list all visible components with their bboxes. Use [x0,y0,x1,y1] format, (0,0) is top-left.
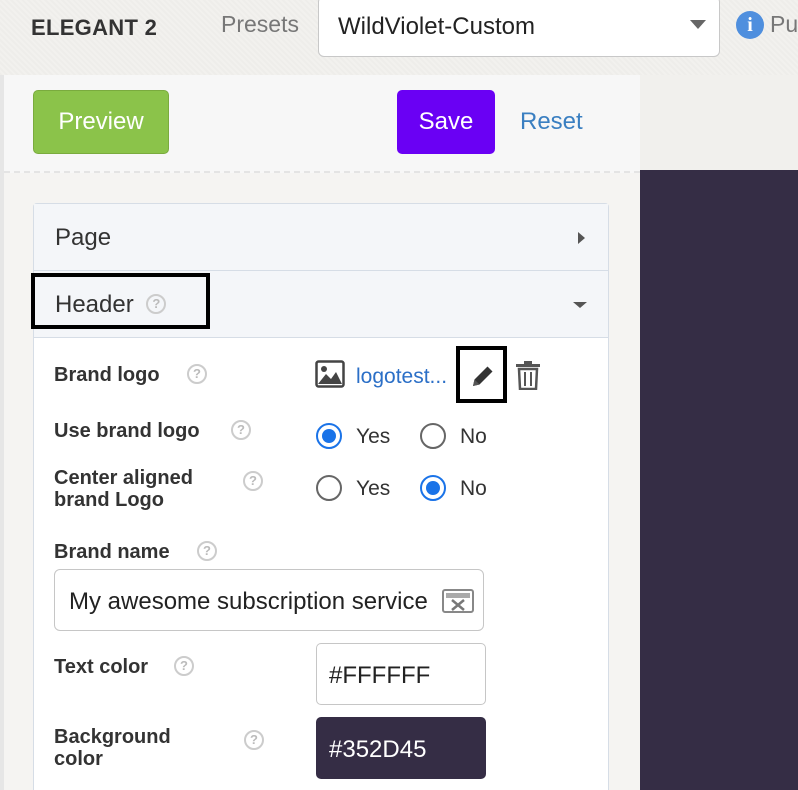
text-color-label: Text color [54,656,149,678]
use-brand-logo-label: Use brand logo [54,420,200,442]
preview-pane [640,170,798,790]
brand-logo-file-link[interactable]: logotest... [356,365,447,389]
trash-icon[interactable] [515,360,541,390]
publish-link[interactable]: Pu [770,11,798,38]
presets-label: Presets [221,11,299,37]
preview-top-background [638,75,798,170]
top-bar: ELEGANT 2 Presets WildViolet-Custom i Pu [0,0,798,75]
text-color-input[interactable]: #FFFFFF [316,643,486,705]
center-logo-yes-radio[interactable] [316,475,342,501]
pencil-icon [473,366,493,386]
image-icon [315,360,345,388]
section-page-header[interactable]: Page [34,204,608,271]
clear-input-icon[interactable] [442,589,474,613]
chevron-down-icon [690,20,706,29]
center-logo-no-label: No [460,477,487,500]
help-icon[interactable]: ? [174,656,194,676]
background-color-value: #352D45 [329,736,427,763]
section-title-page: Page [55,224,112,251]
edit-logo-button[interactable] [456,346,507,403]
preview-button[interactable]: Preview [33,90,169,154]
help-icon[interactable]: ? [244,730,264,750]
use-brand-logo-no-radio[interactable] [420,423,446,449]
help-icon[interactable]: ? [197,541,217,561]
background-color-input[interactable]: #352D45 [316,717,486,779]
action-bar: Preview Save Reset [4,75,640,173]
header-highlight-box [31,273,210,329]
brand-name-input-value: My awesome subscription service [69,588,428,615]
background-color-label-line2: color [54,748,103,770]
help-icon[interactable]: ? [231,420,251,440]
help-icon[interactable]: ? [243,471,263,491]
center-aligned-logo-label-line2: brand Logo [54,489,164,511]
center-logo-yes-label: Yes [356,477,391,500]
center-aligned-logo-label: Center aligned brand Logo [54,467,193,511]
reset-link[interactable]: Reset [520,108,583,136]
chevron-down-icon [573,302,587,308]
background-color-label: Background color [54,726,171,770]
info-icon[interactable]: i [736,11,764,39]
theme-name: ELEGANT 2 [31,15,158,40]
brand-name-label: Brand name [54,541,170,563]
brand-logo-label: Brand logo [54,364,160,386]
background-color-label-line1: Background [54,726,171,748]
save-button[interactable]: Save [397,90,495,154]
use-brand-logo-yes-radio[interactable] [316,423,342,449]
center-logo-no-radio[interactable] [420,475,446,501]
presets-dropdown[interactable]: WildViolet-Custom [318,0,720,57]
text-color-value: #FFFFFF [329,662,431,689]
chevron-right-icon [578,232,585,244]
use-brand-logo-no-label: No [460,425,487,448]
help-icon[interactable]: ? [187,364,207,384]
brand-name-input[interactable]: My awesome subscription service [54,569,484,631]
use-brand-logo-yes-label: Yes [356,425,391,448]
presets-dropdown-value: WildViolet-Custom [338,13,535,40]
center-aligned-logo-label-line1: Center aligned [54,467,193,489]
